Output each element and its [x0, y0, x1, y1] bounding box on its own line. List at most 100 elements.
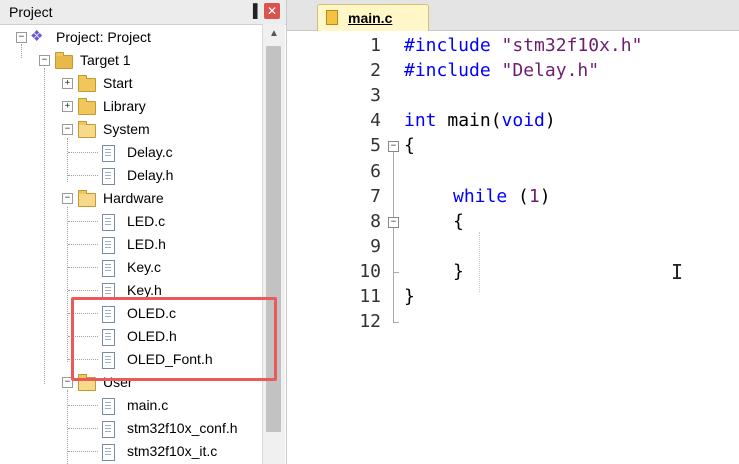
- tree-guide: [68, 290, 98, 291]
- open-folder-icon: [78, 121, 96, 138]
- code-line-11: }: [404, 286, 415, 307]
- tree-node-file[interactable]: stm32f10x_conf.h: [0, 418, 240, 440]
- tree-node-file[interactable]: stm32f10x_it.c: [0, 441, 240, 463]
- code-token: "Delay.h": [501, 60, 600, 81]
- tab-main-c[interactable]: main.c: [317, 4, 429, 31]
- tree-node-file[interactable]: Delay.h: [0, 165, 240, 187]
- code-token: int: [404, 110, 437, 131]
- tree-node-folder[interactable]: − Hardware: [0, 188, 240, 210]
- tree-guide: [68, 175, 98, 176]
- line-number: 3: [370, 85, 381, 106]
- line-number: 8: [370, 211, 381, 232]
- tree-node-file[interactable]: Key.c: [0, 257, 240, 279]
- tree-node-file[interactable]: main.c: [0, 395, 240, 417]
- tree-node-label: Key.c: [127, 259, 161, 275]
- tree-guide: [68, 244, 98, 245]
- tree-scrollbar[interactable]: ▲: [262, 24, 285, 464]
- fold-line: [393, 152, 394, 222]
- expand-icon[interactable]: +: [62, 78, 73, 89]
- code-token: 1: [528, 186, 540, 207]
- indent-guide: [479, 232, 480, 292]
- pane-title: Project: [9, 4, 53, 20]
- line-number: 6: [370, 161, 381, 182]
- tab-label: main.c: [348, 10, 393, 26]
- project-pane-header: Project ▐ ✕: [0, 0, 286, 25]
- tree-node-target[interactable]: − Target 1: [0, 50, 240, 72]
- project-tree: − ❖ Project: Project − Target 1 + Start …: [0, 24, 262, 464]
- code-token: ): [544, 110, 556, 131]
- code-token: (: [507, 186, 529, 207]
- file-icon: [102, 145, 115, 162]
- tree-guide: [68, 428, 98, 429]
- file-icon: [102, 237, 115, 254]
- close-icon[interactable]: ✕: [264, 3, 280, 19]
- tree-node-file[interactable]: Delay.c: [0, 142, 240, 164]
- code-editor[interactable]: main.c 1 2 3 4 5 6 7 8 9 10 11 12 − − #i…: [287, 0, 739, 464]
- tree-node-label: LED.c: [127, 213, 166, 229]
- folder-icon: [78, 75, 96, 92]
- tree-node-folder[interactable]: + Start: [0, 73, 240, 95]
- tree-node-project[interactable]: − ❖ Project: Project: [0, 27, 240, 49]
- tree-node-label: Library: [103, 98, 146, 114]
- line-number: 12: [359, 311, 381, 332]
- collapse-icon[interactable]: −: [16, 32, 27, 43]
- target-icon: [55, 52, 73, 69]
- tree-node-label: Target 1: [80, 52, 131, 68]
- tree-guide: [68, 451, 98, 452]
- file-icon: [102, 214, 115, 231]
- collapse-icon[interactable]: −: [62, 193, 73, 204]
- tree-node-label: Project: Project: [56, 29, 151, 45]
- code-token: #include: [404, 35, 491, 56]
- file-icon: [102, 168, 115, 185]
- tree-node-label: Start: [103, 75, 133, 91]
- fold-toggle-icon[interactable]: −: [388, 141, 399, 152]
- line-number: 10: [359, 261, 381, 282]
- oled-files-highlight-box: [71, 297, 277, 381]
- fold-end: [393, 322, 399, 323]
- tree-node-label: Hardware: [103, 190, 164, 206]
- tree-node-file[interactable]: LED.h: [0, 234, 240, 256]
- code-token: while: [453, 186, 508, 207]
- line-number: 7: [370, 186, 381, 207]
- line-number: 9: [370, 236, 381, 257]
- file-icon: [102, 260, 115, 277]
- tree-node-file[interactable]: LED.c: [0, 211, 240, 233]
- code-token: #include: [404, 60, 491, 81]
- tree-node-folder[interactable]: − System: [0, 119, 240, 141]
- collapse-icon[interactable]: −: [39, 55, 50, 66]
- code-line-1: #include "stm32f10x.h": [404, 33, 642, 58]
- expand-icon[interactable]: +: [62, 101, 73, 112]
- scroll-up-arrow-icon[interactable]: ▲: [263, 24, 285, 44]
- tree-node-label: Key.h: [127, 282, 162, 298]
- tree-node-folder[interactable]: + Library: [0, 96, 240, 118]
- tree-guide: [68, 152, 98, 153]
- code-line-10: }: [453, 261, 464, 282]
- tree-node-label: stm32f10x_conf.h: [127, 420, 238, 436]
- file-icon: [102, 398, 115, 415]
- editor-tab-strip: main.c: [287, 0, 739, 31]
- line-number: 4: [370, 110, 381, 131]
- tree-guide: [68, 267, 98, 268]
- pin-icon[interactable]: ▐: [246, 3, 260, 19]
- tree-node-label: System: [103, 121, 150, 137]
- folder-icon: [78, 98, 96, 115]
- code-line-8: {: [453, 211, 464, 232]
- file-icon: [102, 421, 115, 438]
- line-number: 5: [370, 135, 381, 156]
- tree-guide: [68, 221, 98, 222]
- line-number: 1: [370, 35, 381, 56]
- fold-toggle-icon[interactable]: −: [388, 217, 399, 228]
- code-token: void: [501, 110, 545, 131]
- tree-node-label: Delay.h: [127, 167, 174, 183]
- code-line-2: #include "Delay.h": [404, 58, 599, 83]
- tree-node-label: LED.h: [127, 236, 166, 252]
- file-icon: [102, 444, 115, 461]
- tree-node-label: stm32f10x_it.c: [127, 443, 218, 459]
- code-line-7: while (1): [453, 184, 551, 209]
- code-token: "stm32f10x.h": [501, 35, 643, 56]
- collapse-icon[interactable]: −: [62, 124, 73, 135]
- file-icon: [326, 10, 338, 25]
- fold-line: [393, 228, 394, 323]
- tree-guide: [68, 405, 98, 406]
- line-number: 2: [370, 60, 381, 81]
